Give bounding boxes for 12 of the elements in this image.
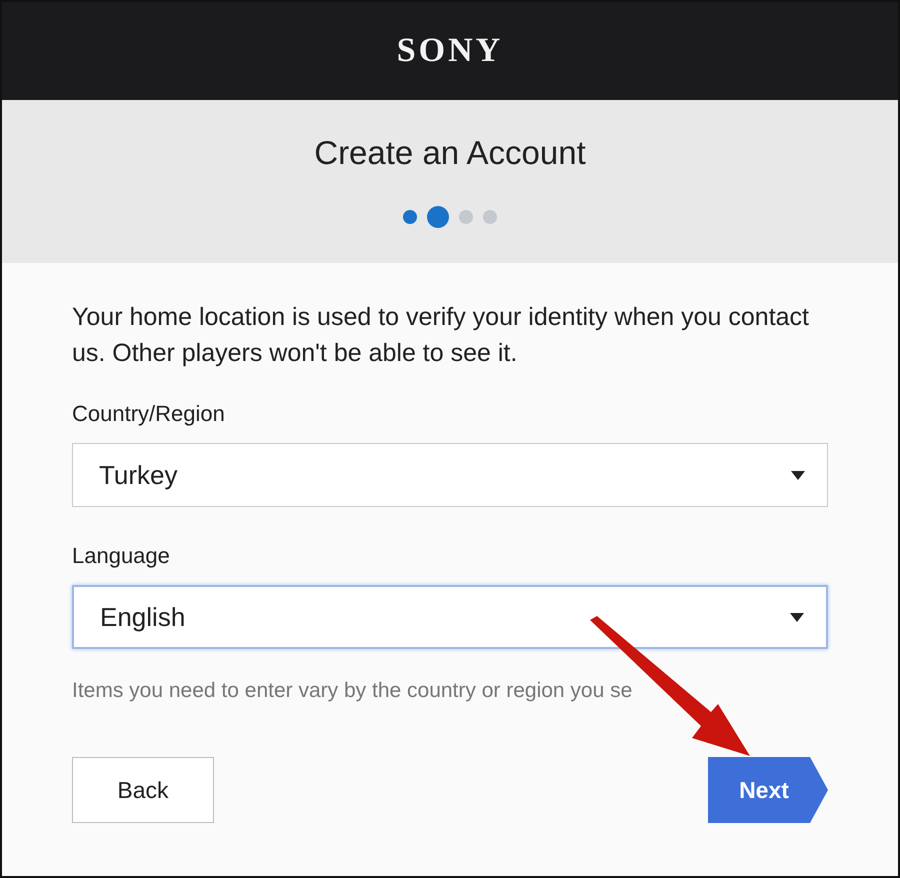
next-button[interactable]: Next xyxy=(708,757,828,823)
field-label: Language xyxy=(72,543,171,569)
dropdown[interactable]: Turkey xyxy=(72,443,828,507)
dropdown[interactable]: English xyxy=(72,585,828,649)
page-title: Create an Account xyxy=(314,134,586,172)
intro-text: Your home location is used to verify your identity when you contact us. Other players won't be able to see it. xyxy=(72,302,810,369)
dropdown-caret-icon xyxy=(791,470,805,480)
hint-text: Items you need to enter vary by the country or region you se xyxy=(72,679,634,703)
dropdown-caret-icon xyxy=(790,612,804,622)
logo: SONY xyxy=(396,32,504,70)
field-label: Country/Region xyxy=(72,401,226,427)
back-button[interactable]: Back xyxy=(72,757,214,823)
